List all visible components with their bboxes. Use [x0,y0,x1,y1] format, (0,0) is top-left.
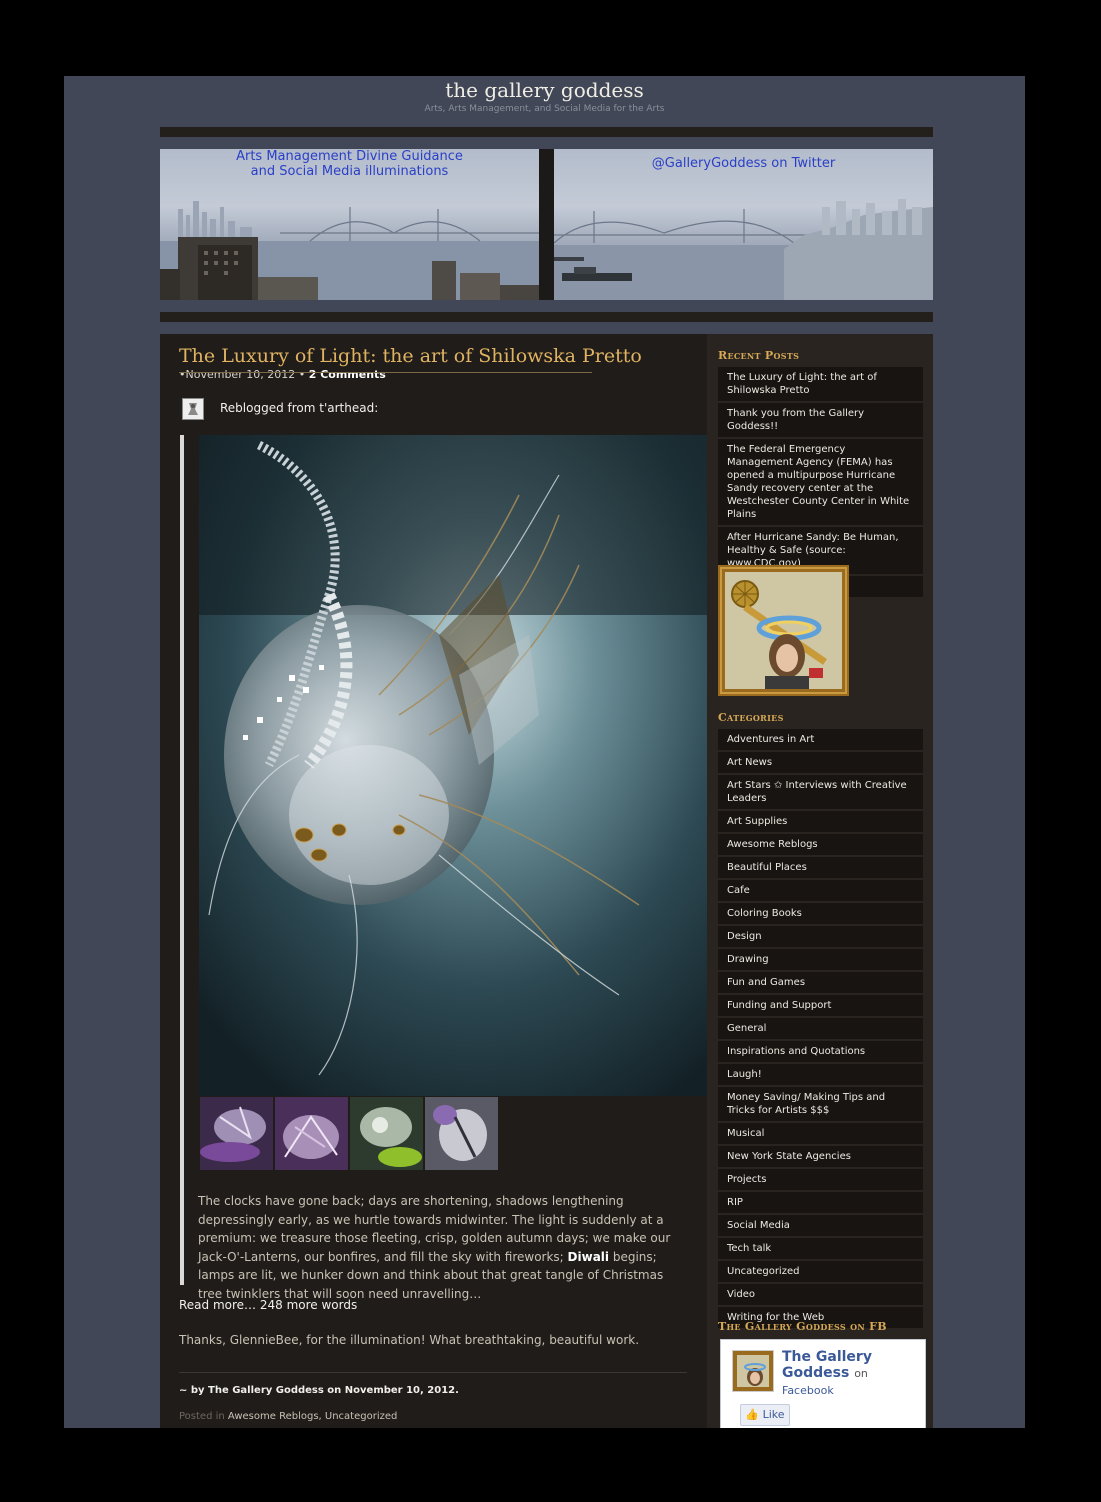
category-item[interactable]: Musical [718,1123,923,1146]
gallery-thumbnail-2[interactable] [275,1097,348,1170]
category-item[interactable]: General [718,1018,923,1041]
facebook-photo-image [733,1351,773,1391]
header-banner: Arts Management Divine Guidance and Soci… [160,149,933,300]
category-item[interactable]: Awesome Reblogs [718,834,923,857]
goddess-portrait[interactable] [718,565,849,696]
post-header: The Luxury of Light: the art of Shilowsk… [179,345,684,383]
site-title[interactable]: the gallery goddess [64,78,1025,102]
avatar-icon[interactable] [182,398,204,420]
category-item[interactable]: Uncategorized [718,1261,923,1284]
facebook-page-photo[interactable] [732,1350,774,1392]
facebook-on-text: on [854,1367,868,1380]
post: The Luxury of Light: the art of Shilowsk… [160,334,707,1428]
facebook-like-label: Like [762,1408,785,1421]
category-item[interactable]: Art News [718,752,923,775]
category-item[interactable]: New York State Agencies [718,1146,923,1169]
thumbnail-image [425,1097,498,1170]
artwork-image[interactable] [199,435,707,1096]
category-item[interactable]: Beautiful Places [718,857,923,880]
thumbnail-image [350,1097,423,1170]
category-item[interactable]: Projects [718,1169,923,1192]
category-item[interactable]: Social Media [718,1215,923,1238]
post-date[interactable]: November 10, 2012 [186,368,296,381]
posted-in: Posted in Awesome Reblogs, Uncategorized [179,1411,397,1422]
facebook-page-name[interactable]: The Gallery Goddess on Facebook [782,1349,922,1399]
gallery-thumbnail-4[interactable] [425,1097,498,1170]
thumbs-up-icon: 👍 [745,1408,760,1421]
category-item[interactable]: Drawing [718,949,923,972]
facebook-site-text: Facebook [782,1384,834,1397]
post-byline[interactable]: ~ by The Gallery Goddess on November 10,… [179,1385,459,1396]
category-item[interactable]: Art Supplies [718,811,923,834]
facebook-heading: The Gallery Goddess on FB [718,1320,887,1333]
facebook-like-button[interactable]: 👍 Like [740,1404,790,1426]
header-divider [160,127,933,137]
gallery-thumbnail-1[interactable] [200,1097,273,1170]
sidebar: Recent Posts The Luxury of Light: the ar… [707,334,933,1428]
header-divider-bottom [160,312,933,322]
category-item[interactable]: Design [718,926,923,949]
main-area: The Luxury of Light: the art of Shilowsk… [160,334,933,1428]
category-item[interactable]: Laugh! [718,1064,923,1087]
page: the gallery goddess Arts, Arts Managemen… [64,76,1025,1428]
post-excerpt: The clocks have gone back; days are shor… [198,1192,688,1303]
recent-post-item[interactable]: The Luxury of Light: the art of Shilowsk… [718,367,923,403]
recent-post-item[interactable]: The Federal Emergency Management Agency … [718,439,923,527]
river-image [554,199,933,300]
read-more-link[interactable]: Read more… 248 more words [179,1298,357,1312]
category-item[interactable]: Adventures in Art [718,729,923,752]
reblog-source[interactable]: Reblogged from t'arthead: [220,401,378,415]
thumbnail-image [275,1097,348,1170]
facebook-like-box: The Gallery Goddess on Facebook 👍 Like [720,1339,926,1428]
recent-post-item[interactable]: Thank you from the Gallery Goddess!! [718,403,923,439]
excerpt-bold: Diwali [567,1249,610,1264]
gallery-thumbnail-3[interactable] [350,1097,423,1170]
category-item[interactable]: Art Stars ✩ Interviews with Creative Lea… [718,775,923,811]
byline-divider [179,1372,687,1373]
portrait-image [725,572,842,689]
category-item[interactable]: Funding and Support [718,995,923,1018]
category-item[interactable]: Coloring Books [718,903,923,926]
category-item[interactable]: Fun and Games [718,972,923,995]
glass-sculpture-image [199,435,707,1096]
category-item[interactable]: Cafe [718,880,923,903]
category-item[interactable]: Money Saving/ Making Tips and Tricks for… [718,1087,923,1123]
post-title[interactable]: The Luxury of Light: the art of Shilowsk… [179,345,642,367]
blockquote-bar [180,435,184,1285]
categories-heading: Categories [718,711,784,724]
meta-separator: • [298,368,306,381]
categories-list: Adventures in Art Art News Art Stars ✩ I… [718,729,923,1330]
category-item[interactable]: Tech talk [718,1238,923,1261]
post-comment-text: Thanks, GlennieBee, for the illumination… [179,1333,640,1347]
avatar-image [183,399,203,419]
banner-twitter-link[interactable]: @GalleryGoddess on Twitter [554,156,933,171]
banner-right-panel[interactable]: @GalleryGoddess on Twitter [554,149,933,300]
category-item[interactable]: RIP [718,1192,923,1215]
site-tagline: Arts, Arts Management, and Social Media … [424,104,665,114]
banner-left-link[interactable]: Arts Management Divine Guidance and Soci… [160,149,539,179]
comments-link[interactable]: 2 Comments [309,368,386,381]
post-categories-link[interactable]: Awesome Reblogs, Uncategorized [228,1411,397,1422]
title-underline [179,372,592,373]
category-item[interactable]: Inspirations and Quotations [718,1041,923,1064]
banner-left-panel[interactable]: Arts Management Divine Guidance and Soci… [160,149,539,300]
category-item[interactable]: Video [718,1284,923,1307]
thumbnail-image [200,1097,273,1170]
posted-in-label: Posted in [179,1411,225,1422]
recent-posts-heading: Recent Posts [718,349,800,362]
